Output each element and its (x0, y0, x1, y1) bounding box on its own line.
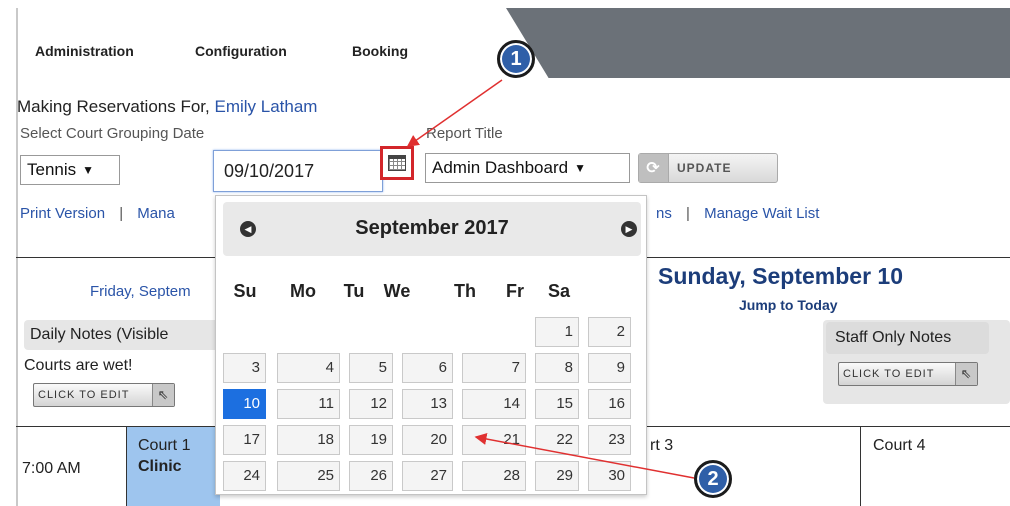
staff-notes-label: Staff Only Notes (835, 329, 952, 346)
day-cell[interactable]: 13 (402, 389, 453, 419)
day-cell[interactable]: 29 (535, 461, 579, 491)
day-cell[interactable]: 24 (223, 461, 266, 491)
court1-label: Court 1 (138, 437, 191, 454)
grouping-date-label: Select Court Grouping Date (20, 125, 205, 142)
day-cell[interactable]: 25 (277, 461, 340, 491)
next-month-icon[interactable]: ▶ (621, 221, 637, 237)
day-cell[interactable]: 16 (588, 389, 631, 419)
court1-booking: Clinic (138, 458, 182, 475)
day-cell[interactable]: 26 (349, 461, 393, 491)
court1-booking-cell[interactable]: Court 1 Clinic (127, 427, 220, 506)
day-cell[interactable]: 27 (402, 461, 453, 491)
day-cell[interactable]: 15 (535, 389, 579, 419)
calendar-header: ◀ September 2017 ▶ (223, 202, 641, 256)
day-cell[interactable]: 12 (349, 389, 393, 419)
cursor-icon: ⇖ (955, 363, 977, 385)
court3-label: rt 3 (650, 437, 674, 454)
link-separator: | (119, 205, 124, 222)
day-cell[interactable]: 19 (349, 425, 393, 455)
time-slot-label: 7:00 AM (22, 460, 81, 477)
weekday-label: We (383, 281, 411, 301)
chevron-down-icon: ▼ (82, 163, 95, 177)
chevron-down-icon: ▼ (574, 161, 586, 175)
day-cell[interactable]: 6 (402, 353, 453, 383)
manage-wait-list-link[interactable]: Manage Wait List (704, 205, 819, 222)
weekday-label: Su (233, 281, 257, 301)
calendar-month-title: September 2017 (355, 217, 509, 239)
day-cell[interactable]: 4 (277, 353, 340, 383)
staff-notes-edit-button[interactable]: CLICK TO EDIT ⇖ (838, 362, 978, 386)
edit-label: CLICK TO EDIT (843, 368, 935, 380)
callout-badge-1: 1 (497, 40, 535, 78)
day-cell[interactable]: 20 (402, 425, 453, 455)
court4-label: Court 4 (873, 437, 926, 454)
nav-configuration[interactable]: Configuration (195, 43, 287, 59)
day-cell[interactable]: 30 (588, 461, 631, 491)
date-picker-popup: ◀ September 2017 ▶ Su Mo Tu We Th Fr Sa 123456… (215, 195, 647, 495)
prev-day-link[interactable]: Friday, Septem (90, 283, 191, 300)
day-cell[interactable]: 8 (535, 353, 579, 383)
report-title-label: Report Title (426, 125, 503, 142)
calendar-button[interactable] (380, 146, 414, 180)
reservation-header: Making Reservations For, Emily Latham (17, 97, 317, 117)
day-cell[interactable]: 23 (588, 425, 631, 455)
selected-day-cell[interactable]: 10 (223, 389, 266, 419)
current-day-title: Sunday, September 10 (658, 263, 903, 289)
daily-notes-label: Daily Notes (Visible (30, 326, 169, 343)
link-separator: | (686, 205, 690, 222)
day-cell[interactable]: 9 (588, 353, 631, 383)
court-group-select[interactable]: Tennis ▼ (20, 155, 120, 185)
refresh-icon: ⟳ (639, 154, 669, 182)
weekday-label: Sa (547, 281, 571, 301)
day-cell[interactable]: 14 (462, 389, 526, 419)
making-for-label: Making Reservations For, (17, 97, 210, 116)
grid-line (860, 427, 861, 506)
edit-label: CLICK TO EDIT (38, 389, 130, 401)
daily-notes-edit-button[interactable]: CLICK TO EDIT ⇖ (33, 383, 175, 407)
nav-administration[interactable]: Administration (35, 43, 134, 59)
calendar-icon (388, 155, 406, 171)
weekday-label: Th (454, 281, 476, 301)
member-name-link[interactable]: Emily Latham (214, 97, 317, 116)
day-cell[interactable]: 3 (223, 353, 266, 383)
day-cell[interactable]: 22 (535, 425, 579, 455)
manage-link[interactable]: Mana (137, 205, 175, 222)
day-cell[interactable]: 21 (462, 425, 526, 455)
callout-badge-2: 2 (694, 460, 732, 498)
nav-booking[interactable]: Booking (352, 43, 408, 59)
day-cell[interactable]: 2 (588, 317, 631, 347)
staff-notes-header: Staff Only Notes (826, 322, 989, 354)
report-select[interactable]: Admin Dashboard ▼ (425, 153, 630, 183)
update-button[interactable]: ⟳ UPDATE (638, 153, 778, 183)
day-cell[interactable]: 28 (462, 461, 526, 491)
day-cell[interactable]: 17 (223, 425, 266, 455)
options-link[interactable]: ns (656, 205, 672, 222)
links-row-right: ns | Manage Wait List (656, 205, 819, 222)
cursor-icon: ⇖ (152, 384, 174, 406)
links-row: Print Version | Mana (20, 205, 175, 222)
daily-notes-header: Daily Notes (Visible (24, 320, 224, 350)
day-cell[interactable]: 7 (462, 353, 526, 383)
date-input[interactable]: 09/10/2017 (213, 150, 383, 192)
day-cell[interactable]: 11 (277, 389, 340, 419)
daily-notes-text: Courts are wet! (24, 357, 133, 374)
report-value: Admin Dashboard (432, 158, 569, 177)
day-cell[interactable]: 1 (535, 317, 579, 347)
print-version-link[interactable]: Print Version (20, 205, 105, 222)
weekday-label: Mo (290, 281, 316, 301)
day-cell[interactable]: 18 (277, 425, 340, 455)
day-cell[interactable]: 5 (349, 353, 393, 383)
jump-to-today-link[interactable]: Jump to Today (739, 297, 838, 313)
weekday-label: Fr (506, 281, 524, 301)
update-label: UPDATE (677, 161, 732, 175)
court-group-value: Tennis (27, 160, 77, 179)
